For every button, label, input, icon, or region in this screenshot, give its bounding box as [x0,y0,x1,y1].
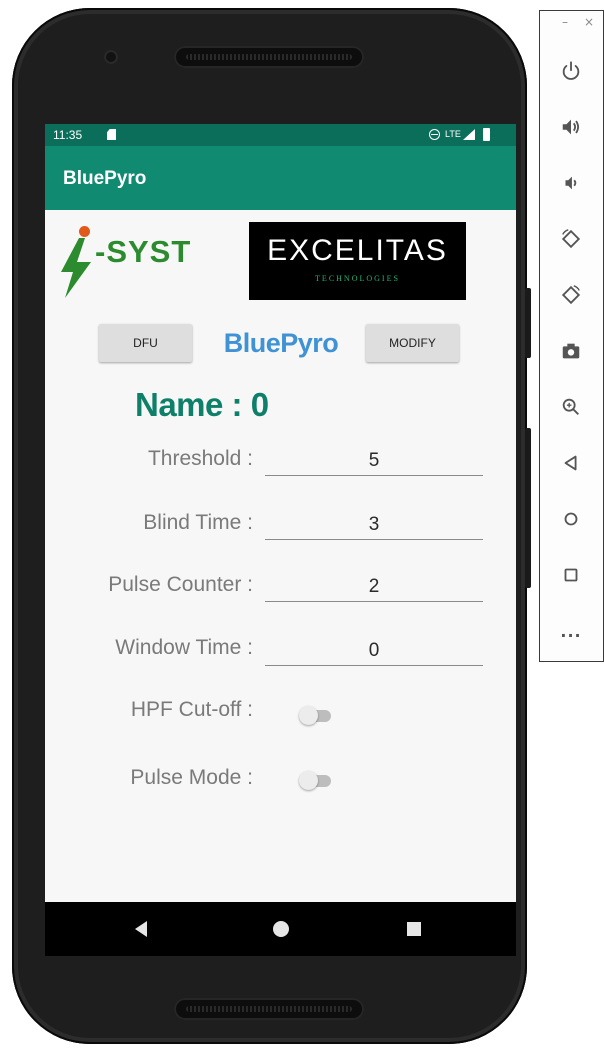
minimize-button[interactable]: – [562,15,568,29]
pulse-counter-input[interactable] [265,572,483,602]
isyst-logo: -SYST [59,226,219,300]
blind-time-input[interactable] [265,510,483,540]
device-name: Name : 0 [135,386,269,423]
status-bar: 11:35 LTE [45,124,516,146]
back-button[interactable] [556,448,586,478]
zoom-icon [562,398,579,415]
volume-down-icon [565,176,577,190]
do-not-disturb-icon [429,129,440,140]
pulse-counter-label: Pulse Counter : [108,573,253,596]
battery-icon [483,128,490,141]
rotate-left-icon [561,229,581,249]
blind-time-label: Blind Time : [143,511,253,534]
phone-frame: 11:35 LTE BluePyro -SYST EXCELITAS TECHN… [12,8,531,1044]
app-bar: BluePyro [45,146,516,210]
phone-screen: 11:35 LTE BluePyro -SYST EXCELITAS TECHN… [45,124,516,956]
back-icon [564,455,577,471]
home-icon [564,512,578,526]
switch-thumb [299,771,318,790]
zoom-button[interactable] [556,392,586,422]
close-button[interactable]: × [584,15,594,29]
app-title: BluePyro [63,168,147,189]
volume-side-button [525,428,531,588]
lightning-bolt-icon [61,238,91,298]
more-icon: ... [560,621,582,641]
nav-home-icon[interactable] [273,921,289,937]
pulse-mode-switch[interactable] [299,771,333,790]
nav-recents-icon[interactable] [407,922,421,936]
center-title: BluePyro [223,328,339,358]
home-button[interactable] [556,504,586,534]
signal-icon [463,129,475,140]
switch-thumb [299,706,318,725]
front-camera [104,50,118,64]
excelitas-logo: EXCELITAS TECHNOLOGIES [249,222,466,300]
camera-icon [562,343,580,359]
hpf-cutoff-switch[interactable] [299,706,333,725]
hpf-cutoff-label: HPF Cut-off : [130,698,253,721]
volume-down-button[interactable] [556,168,586,198]
volume-up-icon [562,119,580,135]
overview-button[interactable] [556,560,586,590]
nav-back-icon[interactable] [135,921,147,937]
more-button[interactable]: ... [556,616,586,646]
network-type: LTE [445,129,461,139]
screenshot-button[interactable] [556,336,586,366]
top-speaker [174,46,364,68]
rotate-right-icon [561,285,581,305]
sd-card-icon [107,129,116,140]
excelitas-logo-subtext: TECHNOLOGIES [315,274,400,283]
overview-icon [564,568,578,582]
threshold-label: Threshold : [147,447,253,470]
status-time: 11:35 [53,128,83,142]
dfu-button[interactable]: DFU [99,324,192,362]
isyst-dot [79,226,90,237]
bottom-speaker [174,998,364,1020]
power-button[interactable] [556,56,586,86]
pulse-mode-label: Pulse Mode : [130,766,253,789]
rotate-right-button[interactable] [556,280,586,310]
threshold-input[interactable] [265,446,483,476]
window-time-input[interactable] [265,636,483,666]
navigation-bar [45,902,516,956]
window-time-label: Window Time : [115,636,253,659]
toolbar-window-controls: – × [540,15,603,31]
excelitas-logo-text: EXCELITAS [267,234,448,267]
emulator-toolbar: – × ... [539,10,604,662]
volume-up-button[interactable] [556,112,586,142]
modify-button[interactable]: MODIFY [366,324,459,362]
power-icon [562,61,580,80]
rotate-left-button[interactable] [556,224,586,254]
power-side-button [525,288,531,358]
isyst-logo-text: -SYST [95,234,192,269]
